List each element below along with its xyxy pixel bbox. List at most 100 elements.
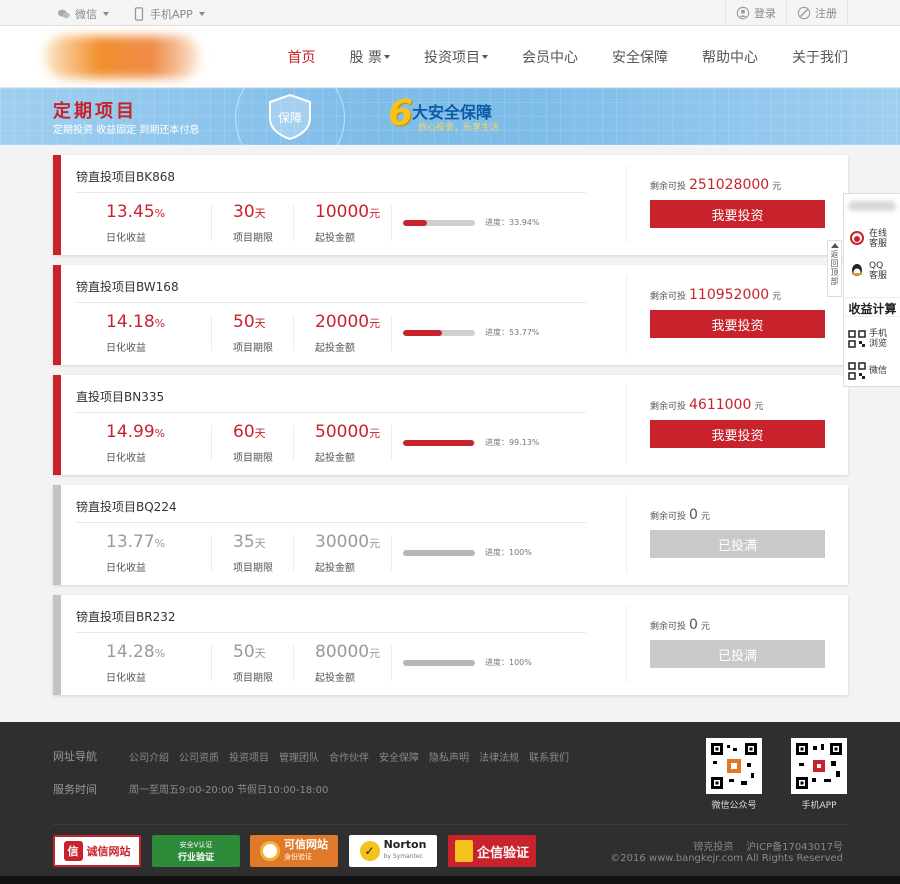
percent-unit: % (154, 537, 166, 550)
footer-link[interactable]: 合作伙伴 (329, 749, 369, 764)
project-name[interactable]: 镑直投项目BW168 (76, 278, 179, 295)
nav-member[interactable]: 会员中心 (522, 47, 578, 67)
min-value: 20000 (315, 312, 370, 332)
footer-link[interactable]: 投资项目 (229, 749, 269, 764)
trust-badge-kexin[interactable]: 可信网站 身份验证 (250, 835, 338, 867)
invest-button[interactable]: 我要投资 (650, 310, 825, 338)
project-name[interactable]: 直投项目BN335 (76, 388, 164, 405)
footer-link[interactable]: 管理团队 (279, 749, 319, 764)
invest-button[interactable]: 我要投资 (650, 200, 825, 228)
invest-button[interactable]: 我要投资 (650, 420, 825, 448)
chevron-down-icon (384, 55, 390, 59)
wechat-qrcode (706, 738, 762, 794)
project-name[interactable]: 镑直投项目BK868 (76, 168, 175, 185)
shield-icon: 保障 (269, 93, 311, 141)
nav-projects[interactable]: 投资项目 (424, 47, 488, 67)
mobile-browse-button[interactable]: 手机浏览 (848, 324, 900, 354)
trust-badge-qixin[interactable]: 企信验证 (448, 835, 536, 867)
register-link[interactable]: 注册 (786, 0, 848, 26)
period-value: 50 (233, 312, 255, 332)
wechat-menu[interactable]: 微信 (57, 6, 109, 22)
shield-label: 保障 (278, 110, 302, 125)
footer-nav-label: 网址导航 (53, 750, 97, 763)
back-to-top-button[interactable]: 返回顶部 (827, 240, 842, 297)
badge-label: 行业验证 (177, 852, 214, 863)
progress-text: 进度：33.94% (485, 217, 540, 228)
service-time-label: 服务时间 (53, 783, 97, 796)
min-label: 起投金额 (315, 563, 355, 574)
wechat-sidebar-label: 微信 (869, 366, 888, 376)
remaining-label: 剩余可投 (650, 512, 687, 522)
trust-badge-industry[interactable]: 安全V认证 行业验证 (152, 835, 240, 867)
stat-divider (211, 425, 212, 461)
daily-rate: 14.18% 日化收益 (106, 312, 165, 354)
yuan-unit: 元 (369, 537, 381, 550)
min-value: 30000 (315, 532, 370, 552)
stat-divider (293, 425, 294, 461)
nav-about[interactable]: 关于我们 (792, 47, 848, 67)
daily-rate: 14.28% 日化收益 (106, 642, 165, 684)
stat-divider (293, 315, 294, 351)
remaining-value: 0 (689, 617, 698, 633)
project-card: 直投项目BN335 14.99% 日化收益 60天 项目期限 50000元 起投… (53, 375, 848, 475)
progress-fill (403, 550, 475, 556)
footer-link[interactable]: 法律法规 (479, 749, 519, 764)
min-investment: 50000元 起投金额 (315, 422, 380, 464)
progress-text: 进度：100% (485, 657, 532, 668)
yuan-unit: 元 (369, 207, 381, 220)
banner-small-text: 放心投资，乐享生活 (418, 123, 500, 133)
qq-service-button[interactable]: QQ客服 (848, 256, 900, 286)
trust-badge-chengxin[interactable]: 信 诚信网站 (53, 835, 141, 867)
stat-divider (211, 535, 212, 571)
app-menu[interactable]: 手机APP (132, 6, 205, 22)
stat-divider (211, 315, 212, 351)
badge-label: 可信网站 (284, 838, 328, 851)
wechat-sidebar-button[interactable]: 微信 (848, 356, 900, 386)
remaining-value: 251028000 (689, 177, 770, 193)
project-name[interactable]: 镑直投项目BR232 (76, 608, 175, 625)
day-unit: 天 (254, 427, 266, 440)
invest-button[interactable]: 已投满 (650, 530, 825, 558)
min-value: 50000 (315, 422, 370, 442)
footer-divider (53, 824, 848, 825)
footer-link[interactable]: 安全保障 (379, 749, 419, 764)
project-card: 镑直投项目BW168 14.18% 日化收益 50天 项目期限 20000元 起… (53, 265, 848, 365)
project-name[interactable]: 镑直投项目BQ224 (76, 498, 177, 515)
card-vertical-divider (626, 165, 627, 243)
yuan-unit: 元 (754, 402, 764, 412)
yuan-unit: 元 (369, 647, 381, 660)
back-to-top-label: 返回顶部 (830, 250, 839, 286)
login-link[interactable]: 登录 (725, 0, 786, 26)
progress-value: 33.94% (509, 218, 540, 227)
progress-prefix: 进度： (485, 438, 509, 447)
income-calculator-button[interactable]: 收益计算 (844, 297, 900, 317)
period-label: 项目期限 (233, 563, 273, 574)
project-period: 60天 项目期限 (233, 422, 273, 464)
footer-link[interactable]: 公司介绍 (129, 749, 169, 764)
qrcode-icon (796, 743, 842, 789)
footer-link[interactable]: 隐私声明 (429, 749, 469, 764)
progress-prefix: 进度： (485, 548, 509, 557)
site-logo[interactable] (45, 36, 200, 78)
invest-button[interactable]: 已投满 (650, 640, 825, 668)
rate-value: 14.28 (106, 642, 155, 662)
footer-link[interactable]: 联系我们 (529, 749, 569, 764)
qrcode-icon (848, 330, 866, 348)
rate-label: 日化收益 (106, 563, 146, 574)
card-divider (76, 302, 586, 303)
footer-link[interactable]: 公司资质 (179, 749, 219, 764)
top-utility-bar: 微信 手机APP 登录 注册 (0, 0, 900, 26)
nav-security[interactable]: 安全保障 (612, 47, 668, 67)
nav-help[interactable]: 帮助中心 (702, 47, 758, 67)
nav-projects-label: 投资项目 (424, 50, 480, 66)
nav-home[interactable]: 首页 (288, 47, 316, 67)
trust-badge-norton[interactable]: ✓ Norton by Symantec (349, 835, 437, 867)
stat-divider (293, 205, 294, 241)
banner-six: 6 (388, 93, 414, 134)
online-service-button[interactable]: 在线客服 (848, 224, 900, 254)
card-divider (76, 412, 586, 413)
badge-sublabel: 身份验证 (284, 853, 312, 861)
remaining-label: 剩余可投 (650, 292, 687, 302)
nav-stocks[interactable]: 股 票 (350, 47, 390, 67)
project-card: 镑直投项目BK868 13.45% 日化收益 30天 项目期限 10000元 起… (53, 155, 848, 255)
